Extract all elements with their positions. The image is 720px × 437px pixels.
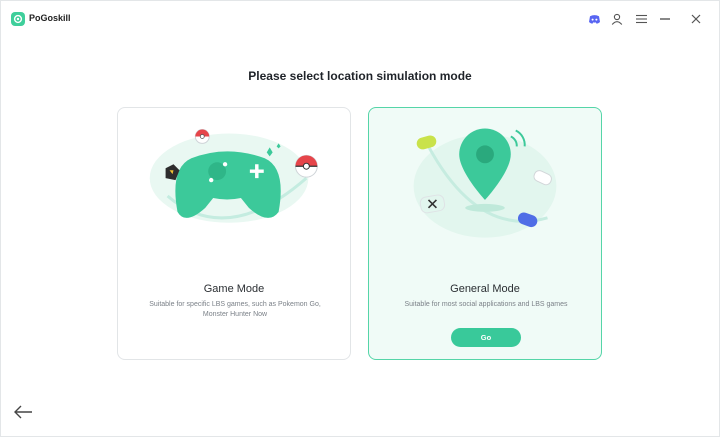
minimize-icon[interactable] [658, 12, 672, 26]
game-mode-card[interactable]: Game Mode Suitable for specific LBS game… [117, 107, 351, 360]
app-name: PoGoskill [29, 13, 71, 23]
menu-icon[interactable] [634, 12, 648, 26]
general-mode-title: General Mode [450, 283, 520, 295]
game-mode-title: Game Mode [203, 283, 265, 295]
go-button[interactable]: Go [451, 328, 521, 347]
app-logo-icon [11, 12, 25, 26]
discord-icon[interactable] [587, 12, 601, 26]
back-arrow-icon[interactable] [13, 405, 33, 419]
page-title: Please select location simulation mode [248, 69, 472, 83]
title-bar: PoGoskill [1, 1, 719, 37]
general-mode-card[interactable]: General Mode Suitable for most social ap… [368, 107, 602, 360]
location-pin-illustration [413, 128, 557, 238]
game-mode-description: Suitable for specific LBS games, such as… [149, 301, 321, 318]
close-icon[interactable] [689, 12, 703, 26]
general-mode-description: Suitable for most social applications an… [404, 301, 568, 308]
game-controller-illustration [149, 129, 318, 223]
user-icon[interactable] [610, 12, 624, 26]
app-window: PoGoskill Please select location simulat… [0, 0, 720, 437]
